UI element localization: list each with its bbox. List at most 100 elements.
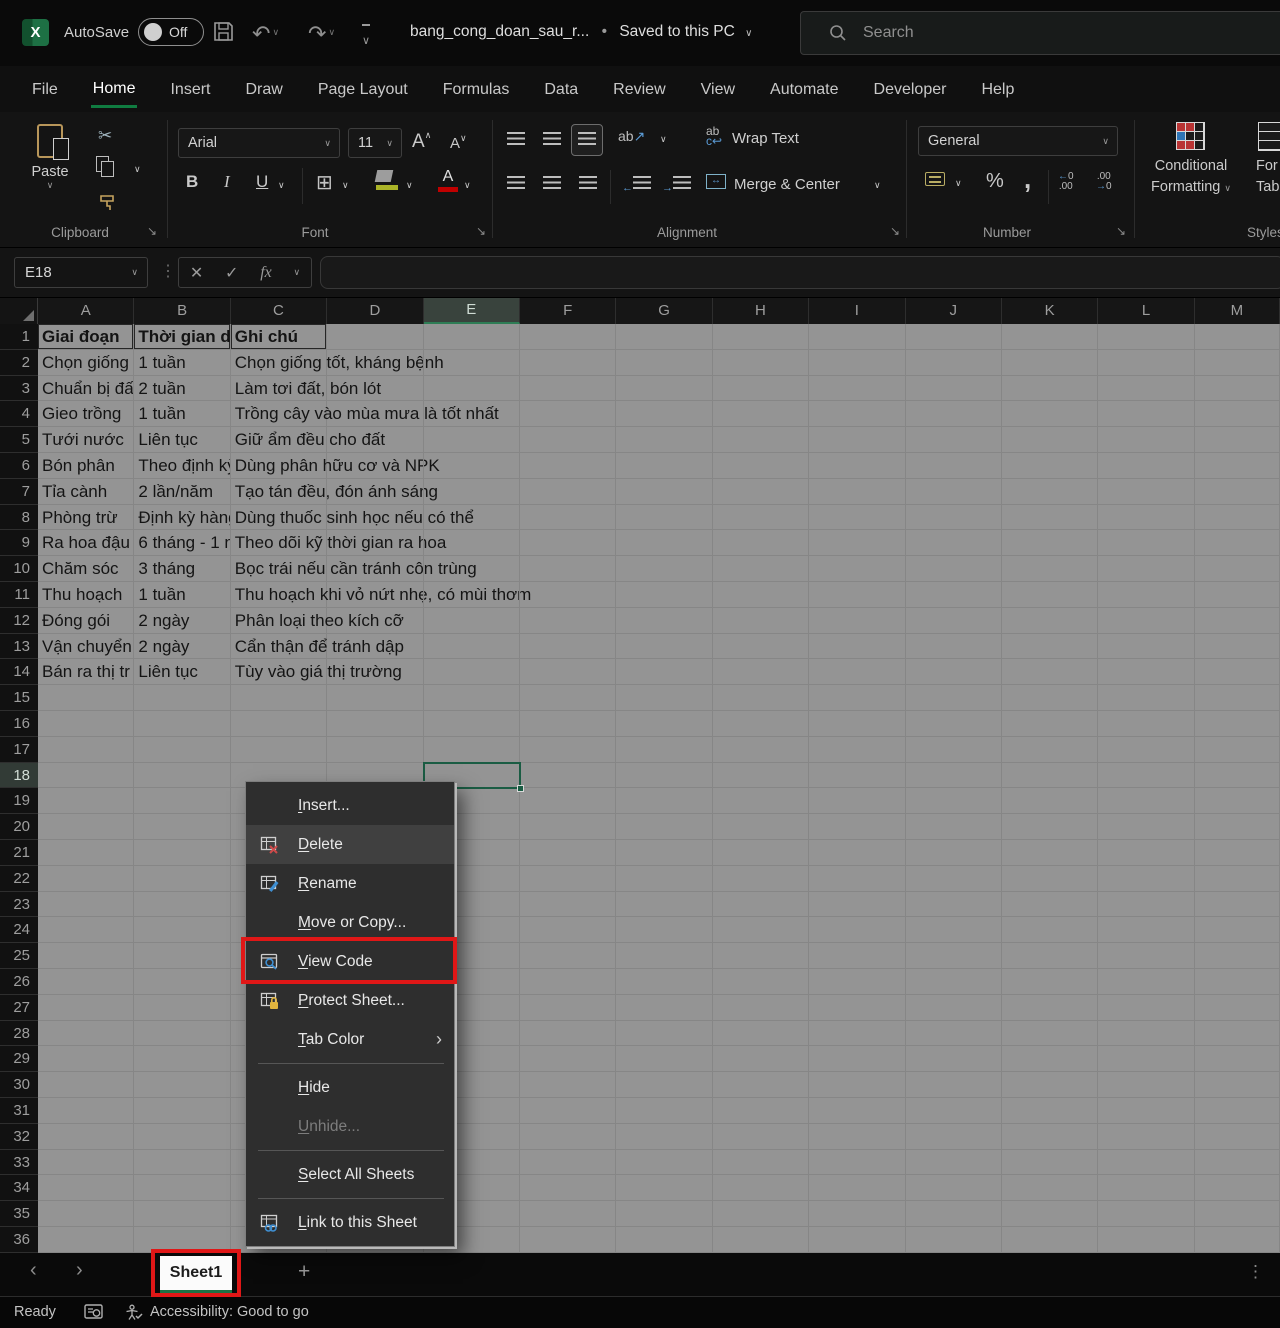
cell-M8[interactable] <box>1195 505 1280 531</box>
cell-J7[interactable] <box>906 479 1002 505</box>
cell-L5[interactable] <box>1098 427 1194 453</box>
cell-G9[interactable] <box>616 530 712 556</box>
cell-C2[interactable]: Chọn giống tốt, kháng bệnh <box>231 350 327 376</box>
cell-L28[interactable] <box>1098 1021 1194 1047</box>
cell-F21[interactable] <box>520 840 616 866</box>
row-header-2[interactable]: 2 <box>0 350 38 376</box>
cell-C17[interactable] <box>231 737 327 763</box>
cell-F7[interactable] <box>520 479 616 505</box>
cell-J4[interactable] <box>906 401 1002 427</box>
tab-automate[interactable]: Automate <box>768 72 840 106</box>
cell-F26[interactable] <box>520 969 616 995</box>
align-left-icon[interactable] <box>507 176 525 189</box>
cell-J15[interactable] <box>906 685 1002 711</box>
cell-K4[interactable] <box>1002 401 1098 427</box>
tab-home[interactable]: Home <box>91 71 138 108</box>
accounting-chevron-icon[interactable]: ∨ <box>955 178 962 189</box>
font-size-combo[interactable]: 11∨ <box>348 128 402 158</box>
cell-J13[interactable] <box>906 634 1002 660</box>
cell-M24[interactable] <box>1195 917 1280 943</box>
cell-E6[interactable] <box>424 453 520 479</box>
menu-item-insert[interactable]: Insert... <box>246 786 454 825</box>
bold-button[interactable]: B <box>186 172 198 192</box>
cell-L15[interactable] <box>1098 685 1194 711</box>
format-as-table-button[interactable]: ForTab <box>1256 156 1280 198</box>
font-family-combo[interactable]: Arial∨ <box>178 128 340 158</box>
cell-A31[interactable] <box>38 1098 134 1124</box>
formula-input[interactable] <box>320 256 1280 289</box>
cell-F30[interactable] <box>520 1072 616 1098</box>
format-painter-icon[interactable] <box>98 192 118 216</box>
cell-J2[interactable] <box>906 350 1002 376</box>
cell-J17[interactable] <box>906 737 1002 763</box>
cell-K27[interactable] <box>1002 995 1098 1021</box>
cell-E9[interactable] <box>424 530 520 556</box>
cell-I29[interactable] <box>809 1046 905 1072</box>
row-header-31[interactable]: 31 <box>0 1098 38 1124</box>
alignment-dialog-launcher[interactable]: ↘ <box>890 224 900 238</box>
row-header-8[interactable]: 8 <box>0 505 38 531</box>
cell-F23[interactable] <box>520 892 616 918</box>
cell-G28[interactable] <box>616 1021 712 1047</box>
cell-A19[interactable] <box>38 788 134 814</box>
merge-center-button[interactable]: Merge & Center <box>734 176 840 193</box>
cell-I7[interactable] <box>809 479 905 505</box>
cell-K12[interactable] <box>1002 608 1098 634</box>
cell-L23[interactable] <box>1098 892 1194 918</box>
cell-J29[interactable] <box>906 1046 1002 1072</box>
cell-F14[interactable] <box>520 659 616 685</box>
row-header-29[interactable]: 29 <box>0 1046 38 1072</box>
cell-A25[interactable] <box>38 943 134 969</box>
align-middle-icon[interactable] <box>543 132 561 145</box>
cell-H20[interactable] <box>713 814 809 840</box>
cell-M12[interactable] <box>1195 608 1280 634</box>
cell-J16[interactable] <box>906 711 1002 737</box>
cell-K25[interactable] <box>1002 943 1098 969</box>
quick-access-customize-icon[interactable]: ∨ <box>362 24 370 55</box>
cell-A12[interactable]: Đóng gói <box>38 608 134 634</box>
cell-K19[interactable] <box>1002 788 1098 814</box>
cell-E4[interactable] <box>424 401 520 427</box>
column-header-H[interactable]: H <box>713 298 809 324</box>
cell-K36[interactable] <box>1002 1227 1098 1253</box>
cell-H9[interactable] <box>713 530 809 556</box>
wrap-text-icon[interactable]: abc↩ <box>706 126 722 146</box>
cell-B32[interactable] <box>134 1124 230 1150</box>
cell-G4[interactable] <box>616 401 712 427</box>
saved-status[interactable]: Saved to this PC <box>619 23 734 40</box>
cell-H3[interactable] <box>713 376 809 402</box>
new-sheet-icon[interactable]: + <box>298 1260 310 1284</box>
cell-I27[interactable] <box>809 995 905 1021</box>
cell-L31[interactable] <box>1098 1098 1194 1124</box>
cell-F10[interactable] <box>520 556 616 582</box>
cell-H8[interactable] <box>713 505 809 531</box>
conditional-formatting-button[interactable]: ConditionalFormatting ∨ <box>1146 156 1236 199</box>
cell-L35[interactable] <box>1098 1201 1194 1227</box>
redo-icon[interactable]: ↷∨ <box>308 18 335 48</box>
align-top-icon[interactable] <box>507 132 525 145</box>
cell-F6[interactable] <box>520 453 616 479</box>
next-sheet-icon[interactable]: › <box>76 1259 83 1282</box>
cell-F3[interactable] <box>520 376 616 402</box>
cell-G23[interactable] <box>616 892 712 918</box>
menu-item-rename[interactable]: Rename <box>246 864 454 903</box>
row-header-32[interactable]: 32 <box>0 1124 38 1150</box>
column-header-M[interactable]: M <box>1195 298 1280 324</box>
cell-G24[interactable] <box>616 917 712 943</box>
cell-A6[interactable]: Bón phân <box>38 453 134 479</box>
cell-M31[interactable] <box>1195 1098 1280 1124</box>
row-header-4[interactable]: 4 <box>0 401 38 427</box>
cell-H26[interactable] <box>713 969 809 995</box>
cell-F15[interactable] <box>520 685 616 711</box>
cell-C1[interactable]: Ghi chú <box>231 324 327 350</box>
cell-G16[interactable] <box>616 711 712 737</box>
cell-J20[interactable] <box>906 814 1002 840</box>
tab-review[interactable]: Review <box>611 72 667 106</box>
cell-A36[interactable] <box>38 1227 134 1253</box>
row-header-15[interactable]: 15 <box>0 685 38 711</box>
cell-A26[interactable] <box>38 969 134 995</box>
tab-page-layout[interactable]: Page Layout <box>316 72 410 106</box>
document-title[interactable]: bang_cong_doan_sau_r... <box>410 23 589 40</box>
cell-F36[interactable] <box>520 1227 616 1253</box>
cell-H25[interactable] <box>713 943 809 969</box>
